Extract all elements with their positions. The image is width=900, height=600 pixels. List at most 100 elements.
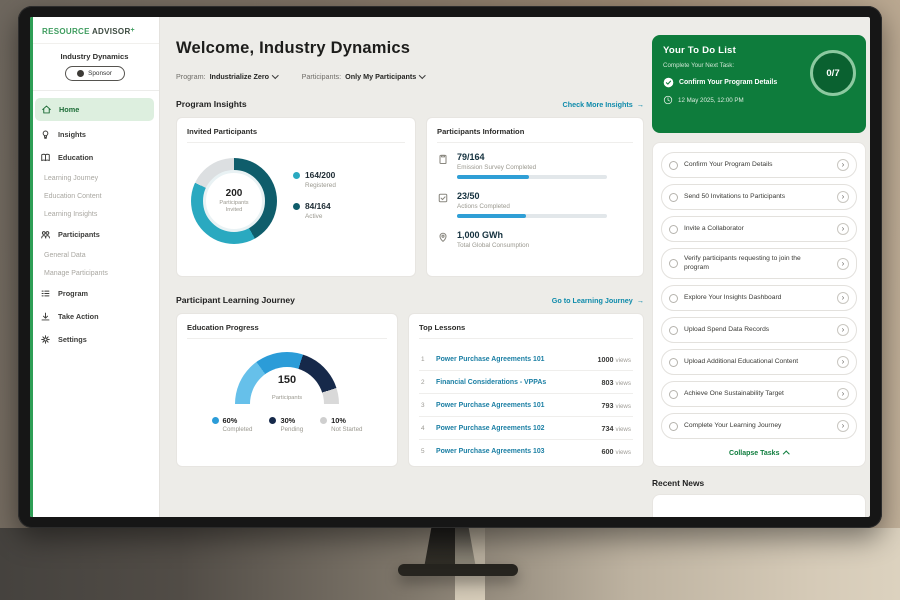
- todo-task-row[interactable]: Upload Additional Educational Content ›: [661, 349, 857, 375]
- chevron-right-icon[interactable]: ›: [837, 356, 849, 368]
- brand-logo: RESOURCE ADVISOR+: [30, 17, 159, 44]
- todo-summary-card: Your To Do List Complete Your Next Task:…: [652, 35, 866, 133]
- lesson-link[interactable]: Power Purchase Agreements 101: [436, 402, 545, 409]
- top-lessons-title: Top Lessons: [419, 323, 633, 339]
- check-more-insights-link[interactable]: Check More Insights →: [563, 100, 644, 109]
- todo-task-row[interactable]: Complete Your Learning Journey ›: [661, 413, 857, 439]
- legend-pending: 30% Pending: [269, 416, 303, 433]
- participants-information-card: Participants Information 79/164 Emission…: [426, 117, 644, 277]
- pending-dot: [269, 417, 276, 424]
- todo-task-row[interactable]: Verify participants requesting to join t…: [661, 248, 857, 279]
- participants-select[interactable]: Participants: Only My Participants: [302, 72, 425, 81]
- sidebar-item-home[interactable]: Home: [35, 98, 154, 121]
- recent-news-card: [652, 494, 866, 517]
- todo-next-task[interactable]: Confirm Your Program Details: [663, 77, 803, 88]
- todo-next-due: 12 May 2025, 12:00 PM: [663, 95, 855, 105]
- actions-progress-bar: [457, 214, 607, 218]
- task-checkbox[interactable]: [669, 422, 678, 431]
- chevron-right-icon[interactable]: ›: [837, 223, 849, 235]
- sponsor-badge: Sponsor: [65, 66, 125, 81]
- list-icon: [40, 288, 51, 299]
- lesson-row: 4 Power Purchase Agreements 102 734views: [419, 417, 633, 440]
- lesson-link[interactable]: Power Purchase Agreements 102: [436, 425, 545, 432]
- sidebar-item-education-content[interactable]: Education Content: [30, 187, 159, 205]
- lesson-link[interactable]: Power Purchase Agreements 103: [436, 448, 545, 455]
- education-progress-card: Education Progress 150 Participants: [176, 313, 398, 467]
- donut-legend: 164/200 Registered 84/164 Active: [293, 170, 336, 232]
- registered-dot: [293, 172, 300, 179]
- todo-task-row[interactable]: Confirm Your Program Details ›: [661, 152, 857, 178]
- sidebar-item-general-data[interactable]: General Data: [30, 246, 159, 264]
- chevron-right-icon[interactable]: ›: [837, 191, 849, 203]
- todo-task-row[interactable]: Upload Spend Data Records ›: [661, 317, 857, 343]
- monitor-stand-base: [398, 564, 518, 576]
- chevron-right-icon[interactable]: ›: [837, 324, 849, 336]
- chevron-right-icon[interactable]: ›: [837, 388, 849, 400]
- emission-survey-stat: 79/164 Emission Survey Completed: [437, 152, 633, 179]
- page-title: Welcome, Industry Dynamics: [176, 39, 644, 58]
- chevron-right-icon[interactable]: ›: [837, 420, 849, 432]
- recent-news-title: Recent News: [652, 478, 866, 488]
- book-icon: [40, 152, 51, 163]
- sidebar-item-program[interactable]: Program: [30, 282, 159, 305]
- sidebar: RESOURCE ADVISOR+ Industry Dynamics Spon…: [30, 17, 160, 517]
- actions-completed-stat: 23/50 Actions Completed: [437, 191, 633, 218]
- task-checkbox[interactable]: [669, 326, 678, 335]
- people-icon: [40, 229, 51, 240]
- lesson-row: 5 Power Purchase Agreements 103 600views: [419, 440, 633, 462]
- org-name: Industry Dynamics: [30, 52, 159, 61]
- sponsor-icon: [77, 70, 84, 77]
- collapse-tasks-link[interactable]: Collapse Tasks: [661, 445, 857, 461]
- arrow-right-icon: →: [637, 100, 644, 109]
- section-title-program-insights: Program Insights: [176, 99, 247, 109]
- brand-advisor: ADVISOR: [92, 27, 131, 36]
- invited-participants-title: Invited Participants: [187, 127, 405, 143]
- lesson-row: 3 Power Purchase Agreements 101 793views: [419, 394, 633, 417]
- section-title-learning-journey: Participant Learning Journey: [176, 295, 295, 305]
- sidebar-item-learning-journey[interactable]: Learning Journey: [30, 169, 159, 187]
- todo-task-row[interactable]: Send 50 Invitations to Participants ›: [661, 184, 857, 210]
- task-checkbox[interactable]: [669, 294, 678, 303]
- learning-card-row: Education Progress 150 Participants: [176, 313, 644, 467]
- chevron-right-icon[interactable]: ›: [837, 258, 849, 270]
- lesson-link[interactable]: Financial Considerations - VPPAs: [436, 379, 546, 386]
- sidebar-item-insights[interactable]: Insights: [30, 123, 159, 146]
- lesson-link[interactable]: Power Purchase Agreements 101: [436, 356, 545, 363]
- education-progress-title: Education Progress: [187, 323, 387, 339]
- task-checkbox[interactable]: [669, 390, 678, 399]
- location-pin-icon: [437, 231, 449, 243]
- task-checkbox[interactable]: [669, 193, 678, 202]
- go-to-learning-journey-link[interactable]: Go to Learning Journey →: [552, 296, 644, 305]
- chevron-right-icon[interactable]: ›: [837, 159, 849, 171]
- todo-task-row[interactable]: Achieve One Sustainability Target ›: [661, 381, 857, 407]
- dashboard-screen: RESOURCE ADVISOR+ Industry Dynamics Spon…: [30, 17, 870, 517]
- sidebar-item-settings[interactable]: Settings: [30, 328, 159, 351]
- todo-task-row[interactable]: Explore Your Insights Dashboard ›: [661, 285, 857, 311]
- lightbulb-icon: [40, 129, 51, 140]
- donut-center-label: Participants Invited: [214, 200, 254, 214]
- sidebar-item-learning-insights[interactable]: Learning Insights: [30, 205, 159, 223]
- sidebar-divider: [30, 90, 159, 91]
- task-checkbox[interactable]: [669, 358, 678, 367]
- gear-icon: [40, 334, 51, 345]
- chevron-right-icon[interactable]: ›: [837, 292, 849, 304]
- gauge-center-value: 150: [235, 375, 339, 386]
- education-gauge-chart: 150 Participants: [235, 352, 339, 404]
- legend-active: 84/164 Active: [293, 201, 336, 220]
- sidebar-item-education[interactable]: Education: [30, 146, 159, 169]
- legend-registered: 164/200 Registered: [293, 170, 336, 189]
- insights-card-row: Invited Participants 200 Participants In…: [176, 117, 644, 277]
- sidebar-item-take-action[interactable]: Take Action: [30, 305, 159, 328]
- invited-participants-card: Invited Participants 200 Participants In…: [176, 117, 416, 277]
- todo-task-list: Confirm Your Program Details › Send 50 I…: [652, 142, 866, 467]
- task-checkbox[interactable]: [669, 161, 678, 170]
- not-started-dot: [320, 417, 327, 424]
- task-checkbox[interactable]: [669, 225, 678, 234]
- task-checkbox[interactable]: [669, 259, 678, 268]
- sidebar-item-manage-participants[interactable]: Manage Participants: [30, 264, 159, 282]
- program-select[interactable]: Program: Industrialize Zero: [176, 72, 278, 81]
- todo-task-row[interactable]: Invite a Collaborator ›: [661, 216, 857, 242]
- consumption-stat: 1,000 GWh Total Global Consumption: [437, 230, 633, 249]
- todo-progress-ring: 0/7: [810, 50, 856, 96]
- sidebar-item-participants[interactable]: Participants: [30, 223, 159, 246]
